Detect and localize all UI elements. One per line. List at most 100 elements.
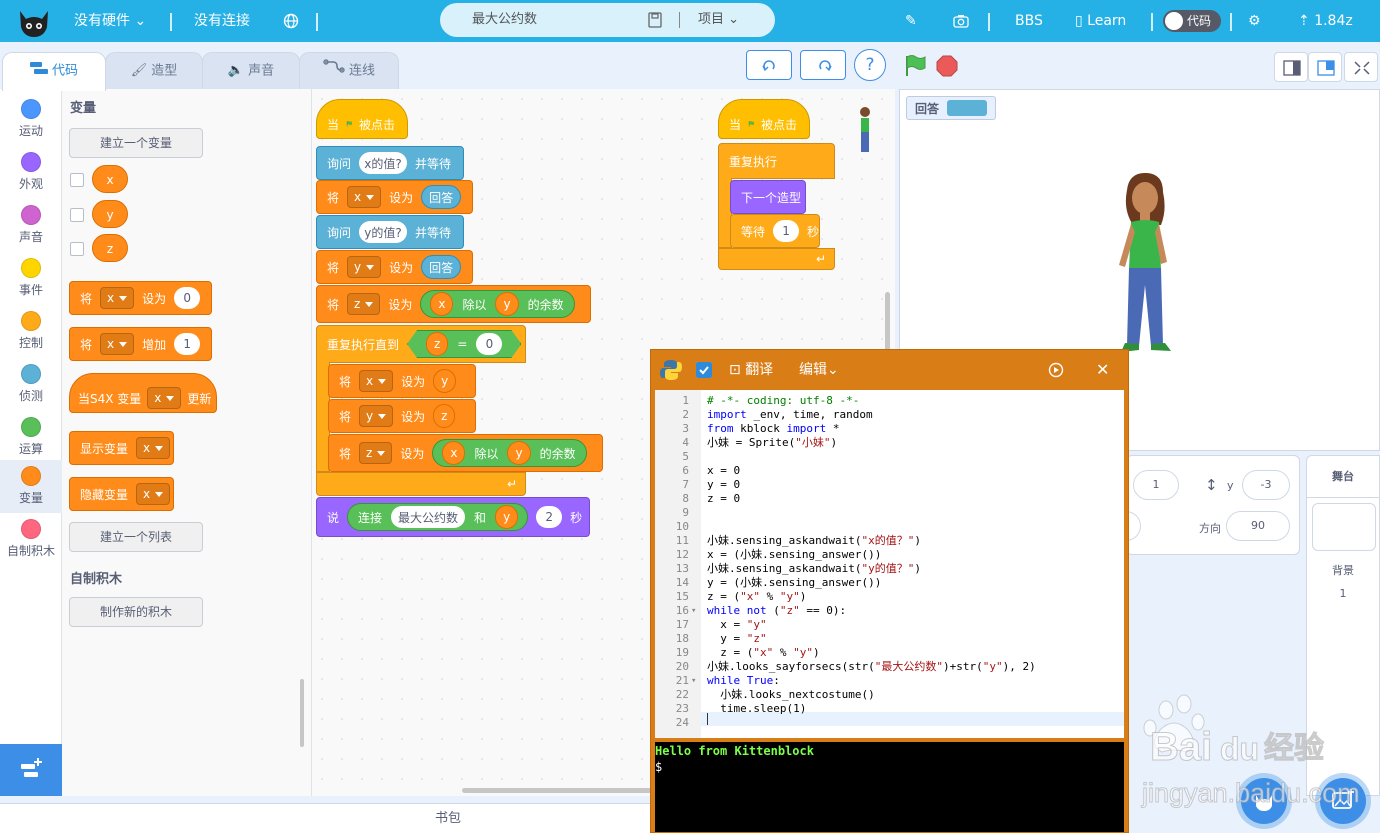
code-line[interactable]: import _env, time, random: [707, 408, 873, 422]
answer-monitor[interactable]: 回答: [906, 96, 997, 120]
variable-checkbox[interactable]: [70, 173, 84, 187]
join-operator-block[interactable]: 连接 最大公约数 和 y: [347, 503, 529, 531]
ask-and-wait-block[interactable]: 询问 y的值? 并等待: [316, 215, 464, 249]
value-input[interactable]: 1: [174, 333, 201, 355]
code-window-titlebar[interactable]: ⊡ 翻译 编辑⌄ ✕: [651, 350, 1128, 390]
sprite-chooser-button[interactable]: [1241, 778, 1287, 824]
bbs-link[interactable]: BBS: [1015, 0, 1043, 42]
code-toggle[interactable]: 代码: [1163, 10, 1221, 32]
category-variables[interactable]: 变量: [0, 460, 62, 513]
when-flag-clicked-block[interactable]: 当 被点击: [316, 99, 408, 139]
variable-reporter[interactable]: y: [433, 369, 457, 393]
y-position-input[interactable]: -3: [1242, 470, 1290, 500]
green-flag-run-button[interactable]: [903, 54, 927, 78]
when-flag-clicked-block[interactable]: 当 被点击: [718, 99, 810, 139]
stage-selector[interactable]: 舞台 背景 1: [1306, 455, 1380, 796]
output-terminal[interactable]: Hello from Kittenblock $: [655, 742, 1124, 832]
variable-dropdown[interactable]: x: [100, 287, 135, 309]
variable-reporter-y[interactable]: y: [92, 200, 128, 228]
variable-checkbox[interactable]: [70, 208, 84, 222]
hardware-menu[interactable]: 没有硬件 ⌄: [74, 0, 146, 42]
tab-costumes[interactable]: 🖌 造型: [105, 52, 203, 90]
direction-input[interactable]: 90: [1226, 511, 1290, 541]
answer-reporter[interactable]: 回答: [421, 185, 462, 209]
stop-button[interactable]: [936, 55, 958, 77]
kittenblock-logo-icon[interactable]: [16, 3, 52, 39]
variable-reporter-x[interactable]: x: [92, 165, 128, 193]
redo-button[interactable]: [800, 50, 846, 80]
stage-thumbnail[interactable]: [1312, 503, 1376, 551]
workspace-horizontal-scrollbar[interactable]: [462, 788, 662, 793]
category-control[interactable]: 控制: [0, 305, 62, 358]
ask-and-wait-block[interactable]: 询问 x的值? 并等待: [316, 146, 464, 180]
question-input[interactable]: x的值?: [359, 152, 407, 174]
backpack-bar[interactable]: 书包: [0, 803, 650, 833]
variable-dropdown[interactable]: x: [136, 437, 171, 459]
sync-checkbox[interactable]: [696, 362, 712, 378]
set-variable-block[interactable]: 将 x 设为 y: [328, 364, 476, 398]
change-variable-block[interactable]: 将 x 增加 1: [69, 327, 212, 361]
code-line[interactable]: time.sleep(1): [707, 702, 806, 716]
add-extension-button[interactable]: [0, 744, 62, 796]
python-code-window[interactable]: ⊡ 翻译 编辑⌄ ✕ 1 2 3 4 5 6 7 8 9 10 11 12 13 14 15 16 ▾ 17 18 1…: [650, 349, 1129, 833]
variable-reporter[interactable]: z: [426, 332, 448, 356]
forever-block[interactable]: 重复执行: [718, 143, 835, 179]
edit-pencil-icon[interactable]: ✎: [905, 0, 917, 42]
tab-sounds[interactable]: 🔈 声音: [202, 52, 300, 90]
run-icon[interactable]: [1048, 362, 1064, 378]
variable-reporter-z[interactable]: z: [92, 234, 128, 262]
code-line[interactable]: z = ("x" % "y"): [707, 590, 806, 604]
make-block-button[interactable]: 制作新的积木: [69, 597, 203, 627]
project-menu[interactable]: 项目 ⌄: [698, 3, 739, 37]
learn-link[interactable]: ▯ Learn: [1075, 0, 1126, 42]
variable-dropdown[interactable]: z: [359, 442, 393, 464]
set-variable-block[interactable]: 将 z 设为 x 除以 y 的余数: [328, 434, 603, 472]
small-stage-button[interactable]: [1274, 52, 1308, 82]
tab-code[interactable]: 代码: [2, 52, 106, 91]
fold-arrow-icon[interactable]: ▾: [691, 674, 696, 688]
sprite-girl[interactable]: [1105, 170, 1185, 365]
set-variable-block[interactable]: 将 x 设为 0: [69, 281, 212, 315]
code-line[interactable]: 小妹.looks_nextcostume(): [707, 688, 874, 702]
variable-reporter[interactable]: y: [495, 505, 519, 529]
code-line[interactable]: 小妹.looks_sayforsecs(str("最大公约数")+str("y"…: [707, 660, 1036, 674]
code-line[interactable]: z = 0: [707, 492, 740, 506]
normal-stage-button[interactable]: [1308, 52, 1342, 82]
repeat-until-block[interactable]: 重复执行直到 z = 0: [316, 325, 526, 363]
variable-dropdown[interactable]: x: [347, 186, 382, 208]
variable-dropdown[interactable]: x: [136, 483, 171, 505]
wait-block[interactable]: 等待 1 秒: [730, 214, 820, 248]
value-input[interactable]: 0: [174, 287, 201, 309]
mod-operator-block[interactable]: x 除以 y 的余数: [420, 290, 575, 318]
seconds-input[interactable]: 1: [773, 220, 800, 242]
variable-reporter[interactable]: y: [495, 292, 519, 316]
make-list-button[interactable]: 建立一个列表: [69, 522, 203, 552]
text-input[interactable]: 最大公约数: [391, 506, 466, 528]
category-events[interactable]: 事件: [0, 252, 62, 305]
next-costume-block[interactable]: 下一个造型: [730, 180, 806, 214]
connection-menu[interactable]: 没有连接: [194, 0, 250, 42]
equals-operator-block[interactable]: z = 0: [407, 330, 521, 358]
fullscreen-button[interactable]: [1344, 52, 1378, 82]
say-for-secs-block[interactable]: 说 连接 最大公约数 和 y 2 秒: [316, 497, 590, 537]
code-line[interactable]: x = (小妹.sensing_answer()): [707, 548, 881, 562]
variable-dropdown[interactable]: y: [359, 405, 394, 427]
question-input[interactable]: y的值?: [359, 221, 407, 243]
code-editor[interactable]: 1 2 3 4 5 6 7 8 9 10 11 12 13 14 15 16 ▾ 17 18 19 20 21 ▾ 22 23 2…: [655, 390, 1124, 738]
undo-button[interactable]: [746, 50, 792, 80]
category-operators[interactable]: 运算: [0, 411, 62, 464]
palette-scrollbar[interactable]: [300, 679, 304, 747]
category-my-blocks[interactable]: 自制积木: [0, 513, 62, 566]
variable-dropdown[interactable]: x: [100, 333, 135, 355]
globe-icon[interactable]: [283, 0, 299, 42]
variable-reporter[interactable]: x: [442, 441, 466, 465]
variable-reporter[interactable]: x: [430, 292, 454, 316]
code-line[interactable]: 小妹.sensing_askandwait("x的值？"): [707, 534, 921, 548]
variable-dropdown[interactable]: x: [359, 370, 394, 392]
category-motion[interactable]: 运动: [0, 93, 62, 146]
show-variable-block[interactable]: 显示变量 x: [69, 431, 174, 465]
camera-icon[interactable]: [953, 0, 969, 42]
set-variable-block[interactable]: 将 z 设为 x 除以 y 的余数: [316, 285, 591, 323]
edit-menu[interactable]: 编辑⌄: [799, 350, 839, 390]
code-line[interactable]: while not ("z" == 0):: [707, 604, 846, 618]
